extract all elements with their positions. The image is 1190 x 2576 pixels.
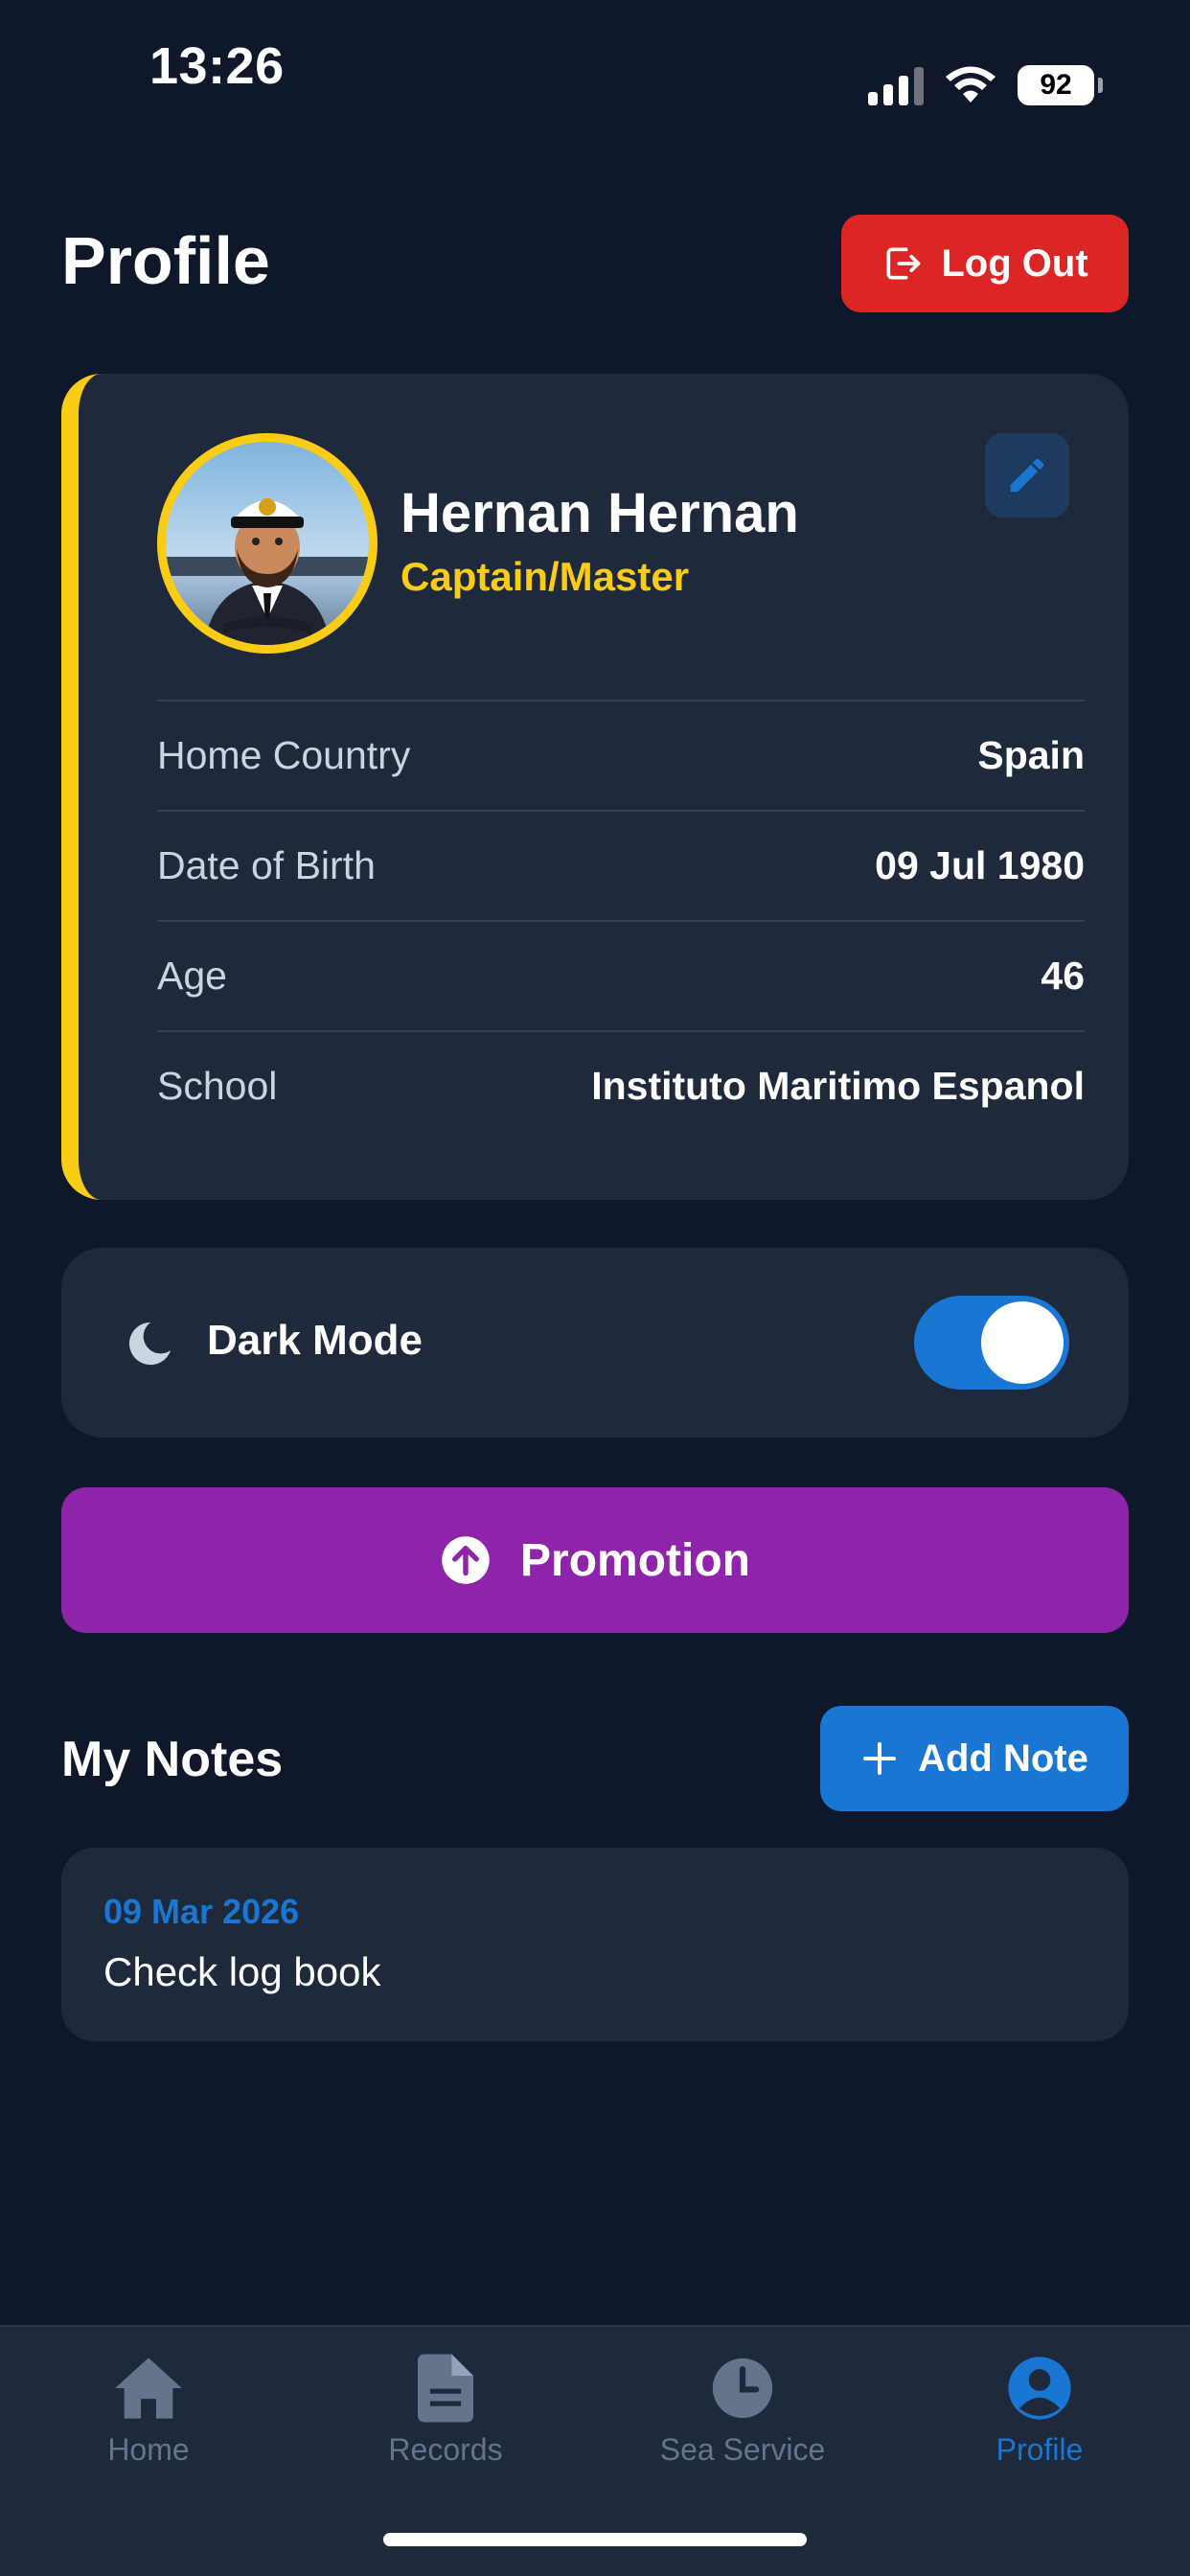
tab-label: Profile xyxy=(995,2432,1084,2467)
clock-icon xyxy=(712,2358,773,2419)
detail-label: Age xyxy=(157,954,227,998)
dark-mode-label: Dark Mode xyxy=(207,1317,423,1364)
profile-details: Home Country Spain Date of Birth 09 Jul … xyxy=(157,700,1085,1140)
signal-icon xyxy=(868,65,924,105)
dark-mode-setting: Dark Mode xyxy=(61,1248,1129,1438)
page-title: Profile xyxy=(61,223,270,298)
logout-label: Log Out xyxy=(941,242,1088,285)
home-indicator xyxy=(383,2533,807,2546)
person-icon xyxy=(1008,2357,1071,2420)
detail-value: Instituto Maritimo Espanol xyxy=(591,1064,1085,1108)
battery-icon: 92 xyxy=(1018,65,1103,105)
notes-title: My Notes xyxy=(61,1732,284,1787)
document-icon xyxy=(418,2354,473,2423)
add-note-label: Add Note xyxy=(918,1736,1088,1780)
home-icon xyxy=(115,2358,182,2419)
detail-row-home-country: Home Country Spain xyxy=(157,700,1085,810)
note-text: Check log book xyxy=(103,1949,381,1994)
detail-row-age: Age 46 xyxy=(157,920,1085,1030)
detail-value: Spain xyxy=(977,733,1085,777)
tab-label: Home xyxy=(107,2432,190,2467)
wifi-icon xyxy=(946,66,995,103)
tab-sea-service[interactable]: Sea Service xyxy=(594,2350,891,2494)
toggle-knob xyxy=(981,1301,1064,1384)
detail-row-school: School Instituto Maritimo Espanol xyxy=(157,1030,1085,1140)
edit-profile-button[interactable] xyxy=(985,433,1069,518)
dark-mode-toggle[interactable] xyxy=(914,1296,1069,1390)
status-time: 13:26 xyxy=(149,37,285,95)
logout-button[interactable]: Log Out xyxy=(841,215,1129,312)
status-icons: 92 xyxy=(868,65,1103,105)
promotion-button[interactable]: Promotion xyxy=(61,1487,1129,1633)
note-date: 09 Mar 2026 xyxy=(103,1892,300,1931)
detail-label: School xyxy=(157,1064,278,1108)
promotion-label: Promotion xyxy=(520,1534,750,1586)
tab-records[interactable]: Records xyxy=(297,2350,594,2494)
detail-label: Home Country xyxy=(157,733,411,777)
add-note-button[interactable]: Add Note xyxy=(820,1706,1129,1811)
profile-rank: Captain/Master xyxy=(400,554,690,599)
detail-row-date-of-birth: Date of Birth 09 Jul 1980 xyxy=(157,810,1085,920)
tab-home[interactable]: Home xyxy=(0,2350,297,2494)
tab-label: Records xyxy=(388,2432,503,2467)
status-bar: 13:26 92 xyxy=(0,0,1190,134)
logout-icon xyxy=(886,247,921,280)
detail-label: Date of Birth xyxy=(157,843,376,887)
detail-value: 09 Jul 1980 xyxy=(875,843,1085,887)
tab-label: Sea Service xyxy=(659,2432,826,2467)
plus-icon xyxy=(863,1742,897,1775)
arrow-up-circle-icon xyxy=(442,1536,490,1584)
profile-name: Hernan Hernan xyxy=(400,482,799,544)
captain-avatar-image xyxy=(166,498,369,645)
note-item[interactable]: 09 Mar 2026 Check log book xyxy=(61,1848,1129,2041)
avatar[interactable] xyxy=(157,433,378,654)
moon-icon xyxy=(128,1322,172,1366)
pencil-icon xyxy=(1010,458,1044,493)
profile-card: Hernan Hernan Captain/Master Home Countr… xyxy=(61,374,1129,1200)
detail-value: 46 xyxy=(1041,954,1085,998)
tab-profile[interactable]: Profile xyxy=(891,2350,1188,2494)
